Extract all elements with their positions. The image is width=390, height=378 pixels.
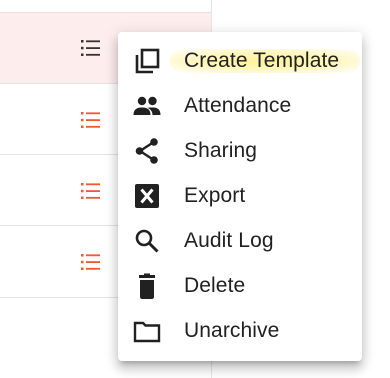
people-icon — [132, 91, 162, 121]
list-icon[interactable] — [79, 179, 103, 203]
menu-item-label: Delete — [184, 274, 246, 297]
menu-item-attendance[interactable]: Attendance — [118, 83, 362, 128]
menu-item-unarchive[interactable]: Unarchive — [118, 308, 362, 353]
copy-icon — [132, 46, 162, 76]
menu-item-delete[interactable]: Delete — [118, 263, 362, 308]
menu-item-label: Attendance — [184, 94, 292, 117]
search-icon — [132, 226, 162, 256]
menu-item-label: Export — [184, 184, 246, 207]
trash-icon — [132, 271, 162, 301]
share-icon — [132, 136, 162, 166]
menu-item-export[interactable]: Export — [118, 173, 362, 218]
menu-item-sharing[interactable]: Sharing — [118, 128, 362, 173]
list-icon[interactable] — [79, 250, 103, 274]
menu-item-audit-log[interactable]: Audit Log — [118, 218, 362, 263]
menu-item-label: Sharing — [184, 139, 258, 162]
folder-icon — [132, 316, 162, 346]
menu-item-label: Unarchive — [184, 319, 280, 342]
menu-item-label: Audit Log — [184, 229, 274, 252]
list-icon[interactable] — [79, 36, 103, 60]
context-menu: Create Template Attendance Sharing Expor… — [118, 32, 362, 361]
excel-export-icon — [132, 181, 162, 211]
menu-item-label: Create Template — [184, 49, 340, 72]
list-icon[interactable] — [79, 108, 103, 132]
menu-item-create-template[interactable]: Create Template — [118, 38, 362, 83]
